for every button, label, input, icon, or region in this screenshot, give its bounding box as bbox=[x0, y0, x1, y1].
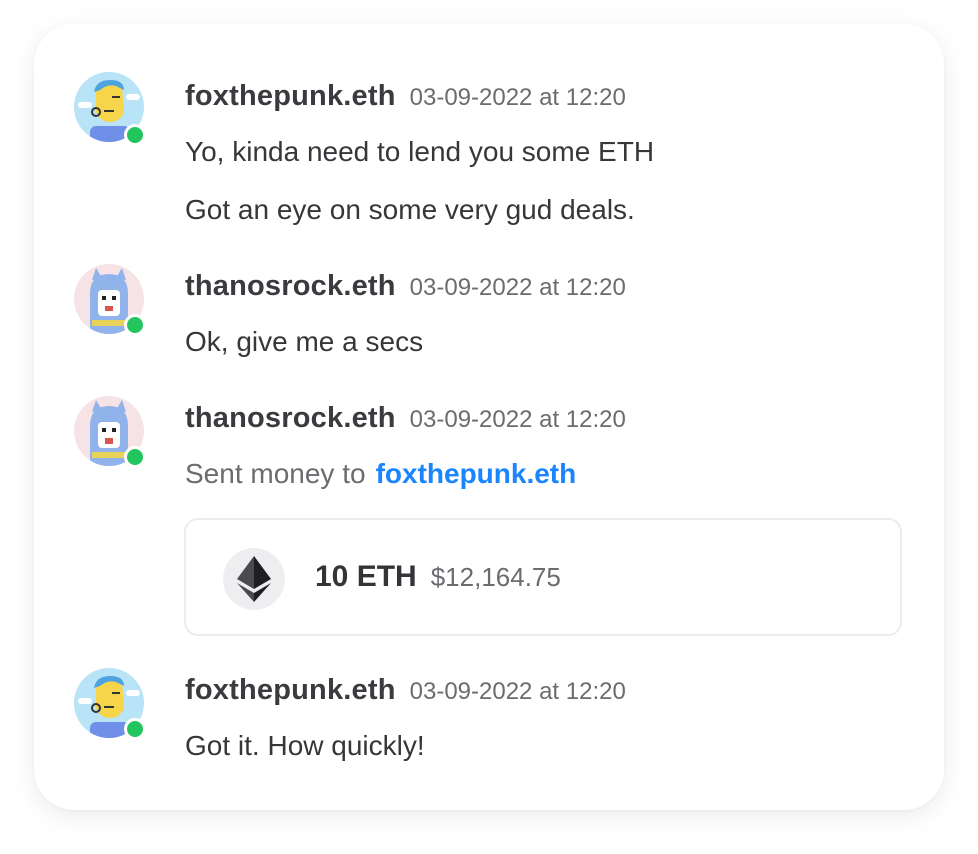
message-header: foxthepunk.eth 03-09-2022 at 12:20 bbox=[185, 80, 626, 113]
sent-prefix: Sent money to bbox=[185, 458, 366, 489]
message-text: Ok, give me a secs bbox=[185, 326, 424, 357]
chat-card: foxthepunk.eth 03-09-2022 at 12:20 Yo, ki… bbox=[34, 24, 944, 810]
sent-money-text: Sent money to foxthepunk.eth bbox=[185, 458, 576, 490]
online-status-icon bbox=[124, 314, 146, 336]
ethereum-icon bbox=[223, 548, 285, 610]
username[interactable]: thanosrock.eth bbox=[185, 270, 396, 302]
message-header: foxthepunk.eth 03-09-2022 at 12:20 bbox=[185, 674, 626, 707]
recipient-link[interactable]: foxthepunk.eth bbox=[376, 458, 577, 489]
username[interactable]: foxthepunk.eth bbox=[185, 80, 396, 112]
message-header: thanosrock.eth 03-09-2022 at 12:20 bbox=[185, 402, 626, 435]
online-status-icon bbox=[124, 124, 146, 146]
timestamp: 03-09-2022 at 12:20 bbox=[409, 678, 626, 705]
online-status-icon bbox=[124, 446, 146, 468]
online-status-icon bbox=[124, 718, 146, 740]
timestamp: 03-09-2022 at 12:20 bbox=[409, 274, 626, 301]
transaction-amount: 10 ETH $12,164.75 bbox=[315, 560, 561, 594]
timestamp: 03-09-2022 at 12:20 bbox=[409, 406, 626, 433]
timestamp: 03-09-2022 at 12:20 bbox=[409, 84, 626, 111]
message-header: thanosrock.eth 03-09-2022 at 12:20 bbox=[185, 270, 626, 303]
message-text: Got it. How quickly! bbox=[185, 730, 425, 761]
transaction-card[interactable]: 10 ETH $12,164.75 bbox=[184, 518, 902, 636]
username[interactable]: thanosrock.eth bbox=[185, 402, 396, 434]
message-text: Got an eye on some very gud deals. bbox=[185, 194, 635, 225]
message-text: Yo, kinda need to lend you some ETH bbox=[185, 136, 655, 167]
usd-value: $12,164.75 bbox=[430, 562, 561, 592]
username[interactable]: foxthepunk.eth bbox=[185, 674, 396, 706]
eth-amount: 10 ETH bbox=[315, 560, 417, 593]
